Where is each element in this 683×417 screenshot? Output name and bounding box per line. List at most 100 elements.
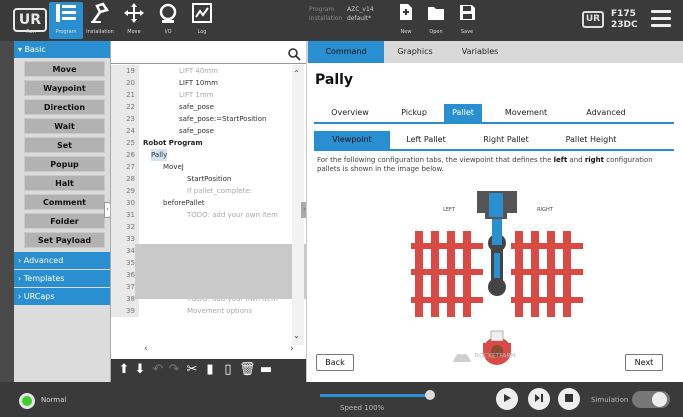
- step-button[interactable]: [528, 388, 550, 410]
- tree-row[interactable]: 29 If pallet_complete:: [111, 185, 293, 197]
- copy-icon[interactable]: ▮: [203, 363, 217, 377]
- nav-installation[interactable]: Installation: [83, 2, 117, 39]
- subtab-left-pallet[interactable]: Left Pallet: [394, 131, 458, 149]
- hamburger-menu-icon[interactable]: [651, 10, 671, 30]
- tree-row-label: LIFT 1mm: [179, 91, 214, 99]
- robot-id-line1: F175: [611, 9, 636, 19]
- robot-status-icon[interactable]: [19, 393, 35, 409]
- tree-row[interactable]: 27 MoveJ: [111, 161, 293, 173]
- subtab-pallet-height[interactable]: Pallet Height: [550, 131, 632, 149]
- open-button[interactable]: Open: [424, 3, 448, 37]
- sidebar-item-set[interactable]: Set: [24, 137, 105, 153]
- category-templates[interactable]: › Templates: [14, 270, 110, 287]
- tab-movement[interactable]: Movement: [497, 104, 555, 122]
- nav-run[interactable]: Run: [14, 2, 48, 39]
- nav-move[interactable]: Move: [117, 2, 151, 39]
- scroll-up-icon[interactable]: ⌃: [293, 69, 300, 78]
- tree-row-label: safe_pose: [179, 103, 214, 111]
- desc-right: right: [584, 156, 605, 164]
- new-button[interactable]: New: [394, 3, 418, 37]
- tree-row-label: safe_pose: [179, 127, 214, 135]
- scroll-right-icon[interactable]: ›: [290, 344, 294, 354]
- robot-status-label: Normal: [41, 396, 67, 404]
- save-button[interactable]: Save: [455, 3, 479, 37]
- delete-icon[interactable]: 🗑: [239, 363, 256, 377]
- move-down-icon[interactable]: ⬇: [133, 363, 147, 377]
- sidebar-item-direction[interactable]: Direction: [24, 99, 105, 115]
- pally-tabs: Overview Pickup Pallet Movement Advanced: [314, 104, 674, 124]
- simulation-label: Simulation: [591, 396, 629, 404]
- category-urcaps[interactable]: › URCaps: [14, 288, 110, 305]
- suppress-icon[interactable]: ▬: [259, 363, 273, 377]
- category-advanced[interactable]: › Advanced: [14, 252, 110, 269]
- nav-io[interactable]: I/O: [151, 2, 185, 39]
- tree-selection-overlay: [135, 244, 307, 299]
- line-number: 23: [111, 113, 139, 125]
- line-number: 39: [111, 305, 139, 317]
- sidebar-item-move[interactable]: Move: [24, 61, 105, 77]
- tree-row[interactable]: 30 beforePallet: [111, 197, 293, 209]
- tree-row-label: Pally: [151, 149, 168, 161]
- right-pallet: [511, 231, 583, 317]
- line-number: 31: [111, 209, 139, 221]
- tree-row[interactable]: 23 safe_pose:=StartPosition: [111, 113, 293, 125]
- tab-advanced[interactable]: Advanced: [576, 104, 636, 122]
- tree-row[interactable]: 31 TODO: add your own item: [111, 209, 293, 221]
- category-basic[interactable]: ▾ Basic: [14, 41, 110, 58]
- tree-row[interactable]: 26 Pally: [111, 149, 293, 161]
- tree-row[interactable]: 39 Movement options: [111, 305, 293, 317]
- search-icon[interactable]: [288, 48, 301, 64]
- play-button[interactable]: [496, 388, 518, 410]
- undo-icon[interactable]: ↶: [151, 363, 165, 377]
- tab-graphics[interactable]: Graphics: [389, 41, 441, 63]
- tree-row[interactable]: 25 Robot Program: [111, 137, 293, 149]
- cut-icon[interactable]: ✂: [185, 363, 199, 377]
- tab-variables[interactable]: Variables: [454, 41, 506, 63]
- tree-row-label: StartPosition: [187, 175, 232, 183]
- tree-row[interactable]: 22 safe_pose: [111, 101, 293, 113]
- tab-pickup[interactable]: Pickup: [392, 104, 436, 122]
- nav-installation-label: Installation: [86, 29, 114, 35]
- stop-button[interactable]: [558, 388, 580, 410]
- scroll-left-icon[interactable]: ‹: [144, 344, 148, 354]
- back-button[interactable]: Back: [316, 354, 354, 371]
- tab-pallet[interactable]: Pallet: [444, 104, 482, 122]
- speed-slider[interactable]: [320, 390, 435, 400]
- nav-log[interactable]: Log: [185, 2, 219, 39]
- redo-icon[interactable]: ↷: [167, 363, 181, 377]
- program-name: AZC_v14: [347, 6, 374, 13]
- desc-left: left: [553, 156, 568, 164]
- save-label: Save: [460, 29, 474, 35]
- scroll-down-icon[interactable]: ⌄: [293, 331, 300, 340]
- sidebar-gutter: [0, 41, 14, 382]
- sidebar-item-set-payload[interactable]: Set Payload: [24, 232, 105, 248]
- next-button[interactable]: Next: [625, 354, 663, 371]
- sidebar-item-comment[interactable]: Comment: [24, 194, 105, 210]
- sidebar-item-popup[interactable]: Popup: [24, 156, 105, 172]
- nav-program[interactable]: Program: [49, 2, 83, 39]
- pallet-subtabs: Viewpoint Left Pallet Right Pallet Palle…: [314, 131, 674, 151]
- line-number: 24: [111, 125, 139, 137]
- nav-io-label: I/O: [164, 29, 172, 35]
- line-number: 21: [111, 89, 139, 101]
- line-number: 22: [111, 101, 139, 113]
- tab-overview[interactable]: Overview: [320, 104, 380, 122]
- simulation-toggle[interactable]: [632, 391, 670, 408]
- tree-row[interactable]: 24 safe_pose: [111, 125, 293, 137]
- sidebar-item-wait[interactable]: Wait: [24, 118, 105, 134]
- subtab-right-pallet[interactable]: Right Pallet: [472, 131, 540, 149]
- sidebar-item-halt[interactable]: Halt: [24, 175, 105, 191]
- tree-row[interactable]: 21 LIFT 1mm: [111, 89, 293, 101]
- move-up-icon[interactable]: ⬆: [117, 363, 131, 377]
- sidebar-item-waypoint[interactable]: Waypoint: [24, 80, 105, 96]
- paste-icon[interactable]: ▯: [221, 363, 235, 377]
- tree-row[interactable]: 20 LIFT 10mm: [111, 77, 293, 89]
- tree-row[interactable]: 32: [111, 221, 293, 233]
- speed-slider-knob[interactable]: [425, 390, 435, 400]
- sidebar-item-folder[interactable]: Folder: [24, 213, 105, 229]
- tab-command[interactable]: Command: [308, 41, 384, 63]
- tree-row[interactable]: 19 LIFT 40mm: [111, 65, 293, 77]
- tree-horizontal-scroll[interactable]: ‹ ›: [140, 344, 300, 356]
- tree-row[interactable]: 28 StartPosition: [111, 173, 293, 185]
- subtab-viewpoint[interactable]: Viewpoint: [314, 131, 390, 149]
